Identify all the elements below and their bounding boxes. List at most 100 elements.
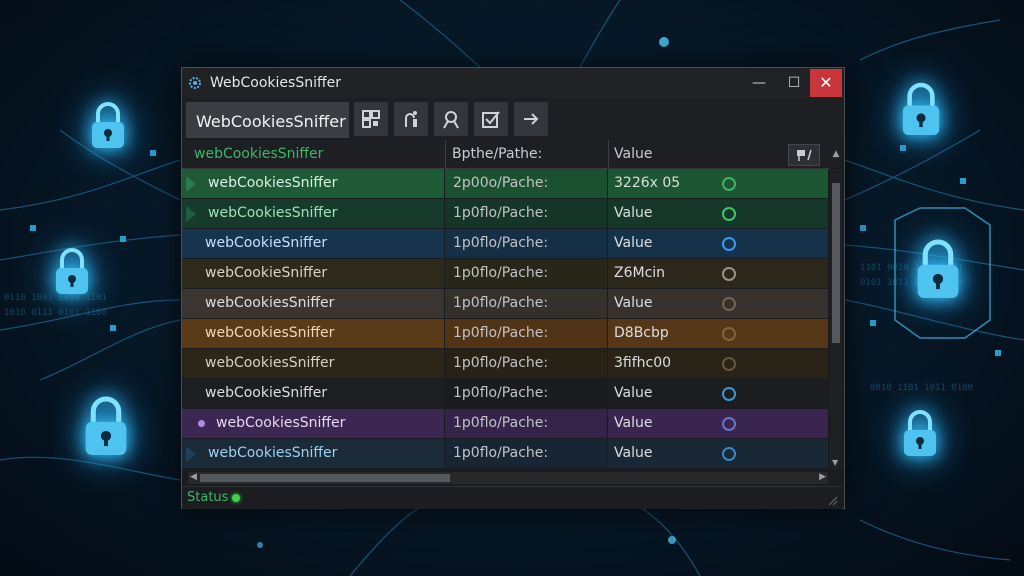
cookie-name: webCookiesSniffer xyxy=(205,325,335,341)
scroll-up-button[interactable]: ▲ xyxy=(830,140,842,168)
lock-icon xyxy=(896,80,946,140)
status-circle-icon xyxy=(722,327,736,341)
table-row[interactable]: webCookiesSniffer 1p0flo/Pache: Value xyxy=(182,199,828,228)
cookie-name: webCookiesSniffer xyxy=(208,445,338,461)
cookie-path: 1p0flo/Pache: xyxy=(453,325,549,341)
status-bar: Status xyxy=(182,486,842,509)
title-bar[interactable]: WebCookiesSniffer — ☐ ✕ xyxy=(182,68,844,98)
row-bullet-icon xyxy=(198,420,205,427)
cookie-path: 1p0flo/Pache: xyxy=(453,445,549,461)
pin-icon xyxy=(797,149,812,161)
tool-button[interactable] xyxy=(394,102,428,136)
table-row[interactable]: webCookiesSniffer 1p0flo/Pache: 3fifhc00 xyxy=(182,349,828,378)
cell-value: Value xyxy=(608,409,828,438)
cell-path: 1p0flo/Pache: xyxy=(445,199,607,228)
status-circle-icon xyxy=(722,267,736,281)
minimize-button[interactable]: — xyxy=(742,68,776,98)
table-row[interactable]: webCookiesSniffer 2p00o/Pache: 3226x 05 xyxy=(182,169,828,198)
grid-button[interactable] xyxy=(354,102,388,136)
vertical-scroll-thumb[interactable] xyxy=(832,183,840,343)
tab-webcookiessniffer[interactable]: WebCookiesSniffer xyxy=(186,102,349,138)
cell-name: webCookiesSniffer xyxy=(182,319,444,348)
maximize-button[interactable]: ☐ xyxy=(777,68,811,98)
window-title: WebCookiesSniffer xyxy=(210,75,341,91)
user-button[interactable] xyxy=(434,102,468,136)
tool-icon xyxy=(405,111,417,127)
column-header-name[interactable]: webCookiesSniffer xyxy=(194,146,323,162)
app-icon xyxy=(189,77,201,89)
table-row[interactable]: webCookieSniffer 1p0flo/Pache: Value xyxy=(182,379,828,408)
cell-value: 3fifhc00 xyxy=(608,349,828,378)
vertical-scrollbar[interactable]: ▼ xyxy=(830,169,842,469)
cell-name: webCookieSniffer xyxy=(182,379,444,408)
table-row[interactable]: webCookieSniffer 1p0flo/Pache: Z6Mcin xyxy=(182,259,828,288)
cell-name: webCookieSniffer xyxy=(182,229,444,258)
cookie-path: 1p0flo/Pache: xyxy=(453,415,549,431)
column-header-path[interactable]: Bpthe/Pathe: xyxy=(452,146,542,162)
table-row[interactable]: webCookiesSniffer 1p0flo/Pache: Value xyxy=(182,289,828,318)
column-header-value[interactable]: Value xyxy=(614,146,652,162)
lock-icon xyxy=(50,246,94,298)
check-button[interactable] xyxy=(474,102,508,136)
row-expand-arrow-icon[interactable] xyxy=(186,206,196,222)
cookie-value: Value xyxy=(614,445,653,461)
cell-value: Value xyxy=(608,229,828,258)
cell-name: webCookiesSniffer xyxy=(182,409,444,438)
column-divider[interactable] xyxy=(608,140,609,168)
cell-name: webCookiesSniffer xyxy=(182,349,444,378)
tab-label: WebCookiesSniffer xyxy=(196,112,346,131)
cookie-value: Value xyxy=(614,235,653,251)
user-icon xyxy=(443,111,459,129)
cell-value: Value xyxy=(608,289,828,318)
table-row[interactable]: webCookieSniffer 1p0flo/Pache: Value xyxy=(182,229,828,258)
cookie-path: 1p0flo/Pache: xyxy=(453,235,549,251)
cell-path: 1p0flo/Pache: xyxy=(445,379,607,408)
table-row[interactable]: webCookiesSniffer 1p0flo/Pache: Value xyxy=(182,409,828,438)
cookie-path: 1p0flo/Pache: xyxy=(453,355,549,371)
cell-value: Z6Mcin xyxy=(608,259,828,288)
resize-grip-icon[interactable] xyxy=(828,496,838,506)
cookie-name: webCookiesSniffer xyxy=(216,415,346,431)
cookie-table: webCookiesSniffer Bpthe/Pathe: Value web… xyxy=(182,140,830,472)
table-row[interactable]: webCookiesSniffer 1p0flo/Pache: Value xyxy=(182,439,828,468)
horizontal-scrollbar[interactable]: ◀ ▶ xyxy=(188,472,828,484)
cell-path: 2p00o/Pache: xyxy=(445,169,607,198)
cell-path: 1p0flo/Pache: xyxy=(445,229,607,258)
lock-icon xyxy=(78,392,134,462)
column-options-button[interactable] xyxy=(788,144,820,166)
status-circle-icon xyxy=(722,207,736,221)
cell-name: webCookiesSniffer xyxy=(182,439,444,468)
status-label: Status xyxy=(187,490,229,505)
cell-value: 3226x 05 xyxy=(608,169,828,198)
scroll-right-button[interactable]: ▶ xyxy=(819,472,826,482)
status-circle-icon xyxy=(722,447,736,461)
horizontal-scroll-thumb[interactable] xyxy=(200,474,450,482)
status-circle-icon xyxy=(722,357,736,371)
cookie-value: Value xyxy=(614,415,653,431)
status-circle-icon xyxy=(722,417,736,431)
cookie-value: 3fifhc00 xyxy=(614,355,672,371)
cookie-path: 1p0flo/Pache: xyxy=(453,295,549,311)
checkbox-icon xyxy=(482,111,500,128)
lock-icon xyxy=(898,408,942,460)
toolbar: WebCookiesSniffer xyxy=(182,98,844,138)
cell-value: Value xyxy=(608,439,828,468)
cell-path: 1p0flo/Pache: xyxy=(445,349,607,378)
row-expand-arrow-icon[interactable] xyxy=(186,446,196,462)
table-row[interactable]: webCookiesSniffer 1p0flo/Pache: D8Bcbp xyxy=(182,319,828,348)
scroll-down-button[interactable]: ▼ xyxy=(832,458,838,467)
cookie-name: webCookiesSniffer xyxy=(208,175,338,191)
svg-text:0010 1101 1011 0100: 0010 1101 1011 0100 xyxy=(870,383,973,393)
cell-path: 1p0flo/Pache: xyxy=(445,319,607,348)
cookie-name: webCookiesSniffer xyxy=(205,355,335,371)
close-button[interactable]: ✕ xyxy=(810,69,842,97)
scroll-left-button[interactable]: ◀ xyxy=(190,472,197,482)
cookie-value: 3226x 05 xyxy=(614,175,681,191)
row-expand-arrow-icon[interactable] xyxy=(186,176,196,192)
cell-value: D8Bcbp xyxy=(608,319,828,348)
column-divider[interactable] xyxy=(445,140,446,168)
cookie-name: webCookiesSniffer xyxy=(205,295,335,311)
forward-button[interactable] xyxy=(514,102,548,136)
cell-path: 1p0flo/Pache: xyxy=(445,259,607,288)
cell-path: 1p0flo/Pache: xyxy=(445,439,607,468)
